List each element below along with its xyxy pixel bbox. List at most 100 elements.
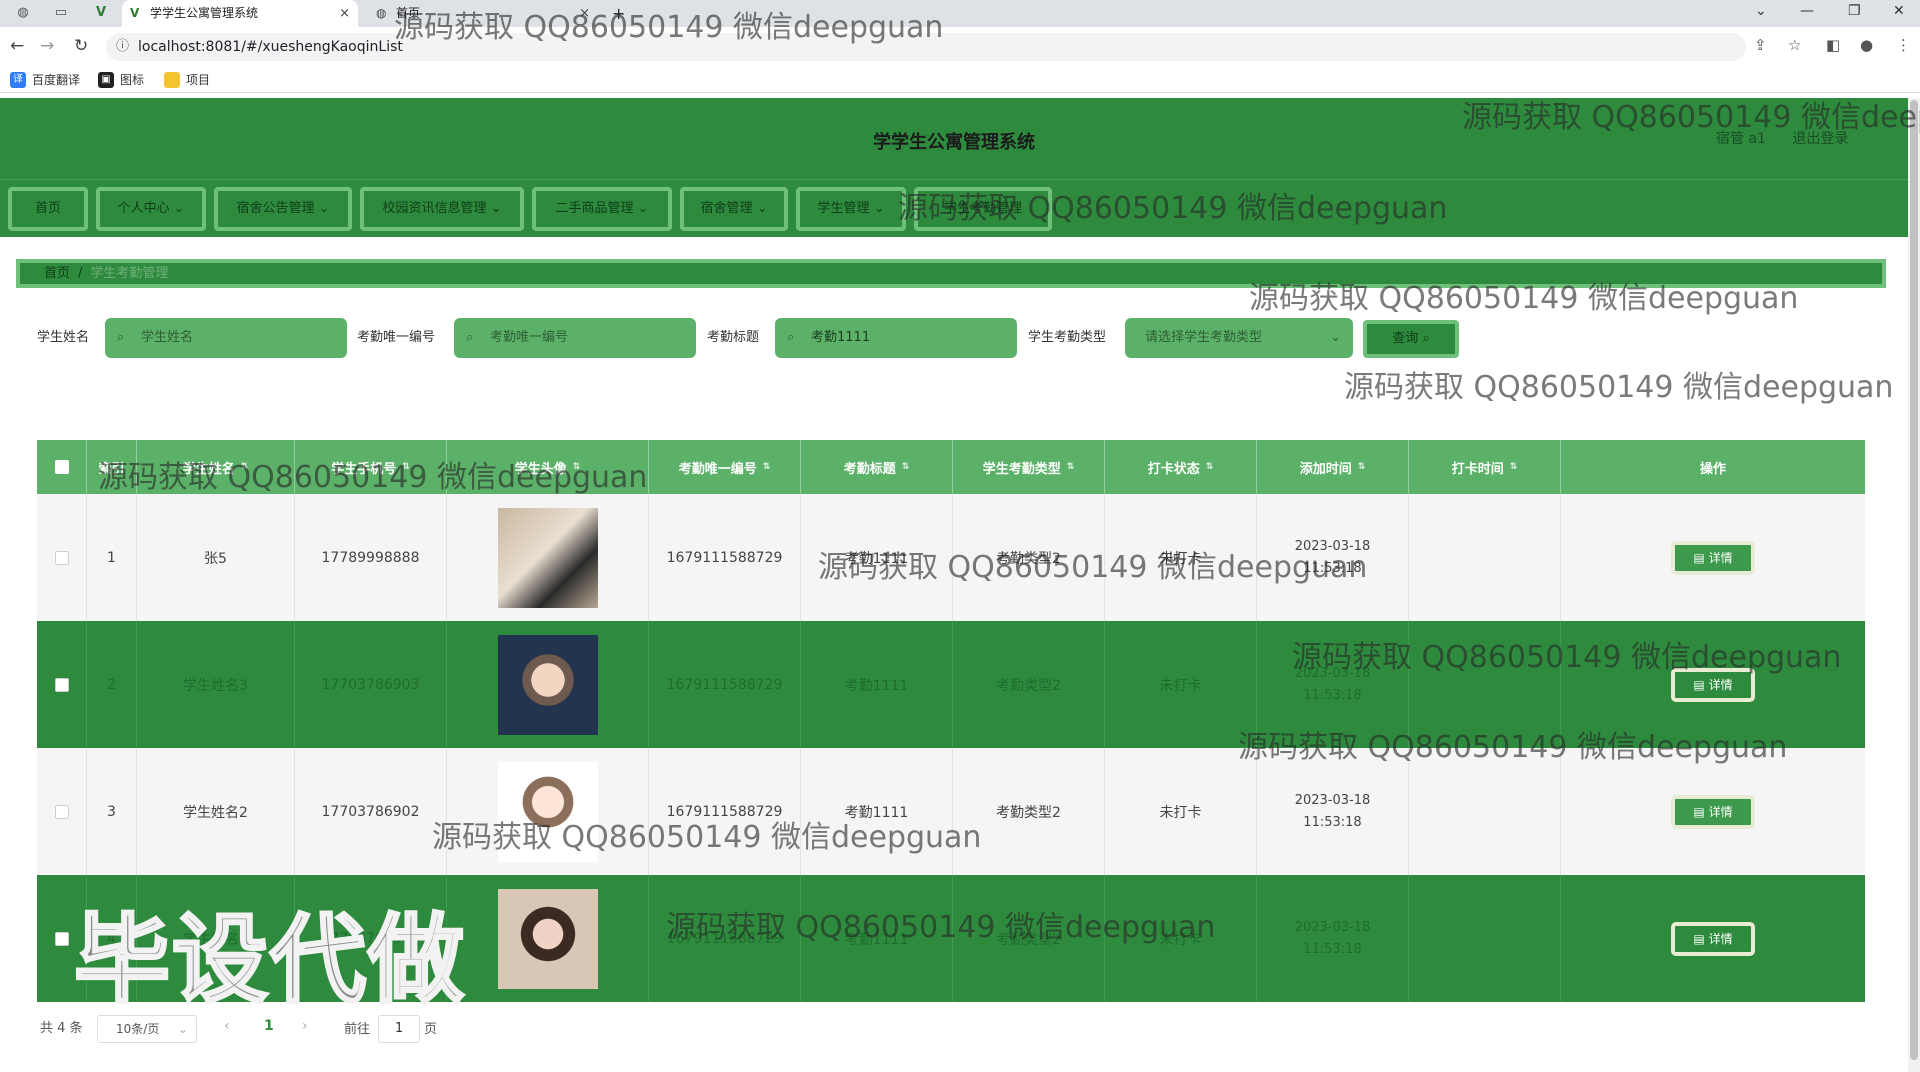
- close-window-icon[interactable]: ✕: [1893, 0, 1905, 22]
- scrollbar-thumb[interactable]: [1910, 100, 1918, 1060]
- header-avatar[interactable]: 学生头像 ⇅: [447, 440, 649, 494]
- sort-icon[interactable]: ⇅: [1358, 462, 1366, 472]
- restore-icon[interactable]: ❐: [1848, 0, 1861, 22]
- vue-logo-icon: V: [130, 6, 140, 20]
- menu-dots-icon[interactable]: ⋮: [1896, 36, 1911, 54]
- browser-tab-home[interactable]: ◍ 首页 ×: [368, 0, 598, 27]
- sort-icon[interactable]: ⇅: [1510, 462, 1518, 472]
- breadcrumb-current: 学生考勤管理: [90, 266, 169, 281]
- student-name-label: 学生姓名: [37, 330, 90, 345]
- kaoqin-no-input[interactable]: ⌕ 考勤唯一编号: [454, 318, 696, 358]
- menu-dorm-manage[interactable]: 宿舍管理 ⌄: [680, 187, 788, 231]
- header-clock-time[interactable]: 打卡时间 ⇅: [1409, 440, 1561, 494]
- sort-icon[interactable]: ⇅: [573, 462, 581, 472]
- detail-button-label: 详情: [1708, 677, 1733, 692]
- back-icon[interactable]: ←: [10, 36, 24, 56]
- bookmark-star-icon[interactable]: ☆: [1788, 36, 1801, 54]
- forward-icon[interactable]: →: [40, 36, 54, 56]
- logout-link[interactable]: 退出登录: [1792, 131, 1848, 147]
- header-phone[interactable]: 学生手机号 ⇅: [295, 440, 447, 494]
- chevron-down-icon: ⌄: [756, 201, 768, 216]
- row-checkbox[interactable]: [54, 804, 69, 819]
- bookmark-baidu-translate[interactable]: 译 百度翻译: [10, 71, 80, 89]
- breadcrumb-home[interactable]: 首页: [44, 266, 70, 281]
- sort-icon[interactable]: ⇅: [1067, 462, 1075, 472]
- cell-avatar: [447, 748, 649, 875]
- site-info-icon[interactable]: ⓘ: [116, 33, 129, 61]
- menu-home[interactable]: 首页: [8, 187, 88, 231]
- cell-kaoqin-type-text: 考勤类型2: [996, 550, 1061, 567]
- header-student-name[interactable]: 学生姓名 ⇅: [137, 440, 295, 494]
- bookmark-project[interactable]: 项目: [164, 71, 210, 89]
- table-row: 3 学生姓名2 17703786902 1679111588729 考勤1111 考勤类型…: [37, 748, 1865, 875]
- row-checkbox[interactable]: [54, 550, 69, 565]
- select-all-checkbox[interactable]: [54, 460, 69, 474]
- share-icon[interactable]: ⇪: [1754, 36, 1767, 54]
- vue-tab-icon[interactable]: V: [92, 4, 110, 22]
- cell-added-time: 2023-03-18 11:53:18: [1257, 494, 1409, 621]
- query-button[interactable]: 查询 ⌕: [1363, 320, 1459, 358]
- kaoqin-title-input[interactable]: ⌕ 考勤1111: [775, 318, 1017, 358]
- search-icon: ⌕: [117, 330, 125, 345]
- globe-icon[interactable]: ◍: [14, 4, 32, 22]
- blank-tab-icon[interactable]: ▭: [52, 4, 70, 22]
- avatar-image: [497, 888, 598, 989]
- menu-label: 宿舍管理: [700, 201, 753, 216]
- cell-phone-text: 17703786902: [321, 803, 420, 820]
- menu-student-manage[interactable]: 学生管理 ⌄: [796, 187, 906, 231]
- sidebar-icon[interactable]: ◧: [1826, 36, 1840, 54]
- menu-label: 宿舍公告管理: [236, 201, 315, 216]
- cell-clock-time: [1409, 748, 1561, 875]
- reload-icon[interactable]: ↻: [74, 36, 88, 56]
- menu-attendance-manage[interactable]: 学生考勤管理: [914, 187, 1052, 231]
- tab-search-icon[interactable]: ⌄: [1755, 0, 1767, 22]
- detail-button[interactable]: ▤ 详情: [1671, 540, 1755, 575]
- tab-close-icon[interactable]: ×: [339, 0, 350, 27]
- menu-campus-news[interactable]: 校园资讯信息管理 ⌄: [360, 187, 524, 231]
- student-name-input[interactable]: ⌕ 学生姓名: [105, 318, 347, 358]
- row-checkbox[interactable]: [54, 677, 69, 692]
- chevron-down-icon: ⌄: [173, 201, 185, 216]
- profile-icon[interactable]: ●: [1860, 36, 1873, 54]
- cell-clock-time: [1409, 875, 1561, 1002]
- browser-tab-active[interactable]: V 学学生公寓管理系统 ×: [122, 0, 358, 27]
- query-button-label: 查询: [1392, 331, 1419, 346]
- cell-phone-text: 17703786903: [321, 676, 420, 693]
- header-kaoqin-no[interactable]: 考勤唯一编号 ⇅: [649, 440, 801, 494]
- minimize-icon[interactable]: —: [1800, 0, 1814, 22]
- cell-kaoqin-no: 1679111588729: [649, 748, 801, 875]
- detail-button[interactable]: ▤ 详情: [1671, 794, 1755, 829]
- detail-button[interactable]: ▤ 详情: [1671, 921, 1755, 956]
- sort-icon[interactable]: ⇅: [1206, 462, 1214, 472]
- sort-icon[interactable]: ⇅: [241, 462, 249, 472]
- chevron-down-icon: ⌄: [637, 201, 649, 216]
- header-label: 考勤唯一编号: [678, 461, 757, 477]
- kaoqin-type-select[interactable]: 请选择学生考勤类型 ⌄: [1125, 318, 1353, 358]
- menu-personal-center[interactable]: 个人中心 ⌄: [96, 187, 206, 231]
- sort-icon[interactable]: ⇅: [402, 462, 410, 472]
- cell-added-time-text: 2023-03-18 11:53:18: [1294, 919, 1371, 957]
- sort-icon[interactable]: ⇅: [763, 462, 771, 472]
- cell-kaoqin-title-text: 考勤1111: [844, 804, 909, 821]
- menu-second-hand[interactable]: 二手商品管理 ⌄: [532, 187, 672, 231]
- header-status[interactable]: 打卡状态 ⇅: [1105, 440, 1257, 494]
- header-kaoqin-title[interactable]: 考勤标题 ⇅: [801, 440, 953, 494]
- current-user: 宿管 a1: [1716, 131, 1766, 147]
- header-kaoqin-type[interactable]: 学生考勤类型 ⇅: [953, 440, 1105, 494]
- cell-kaoqin-title: 考勤1111: [801, 875, 953, 1002]
- cell-kaoqin-no: 1679111588729: [649, 494, 801, 621]
- cell-status: 未打卡: [1105, 875, 1257, 1002]
- tab-close-icon[interactable]: ×: [579, 0, 590, 27]
- cell-clock-time: [1409, 494, 1561, 621]
- header-added-time[interactable]: 添加时间 ⇅: [1257, 440, 1409, 494]
- row-checkbox[interactable]: [54, 931, 69, 946]
- menu-dorm-notice[interactable]: 宿舍公告管理 ⌄: [214, 187, 352, 231]
- new-tab-button[interactable]: +: [598, 0, 625, 27]
- header-label: 添加时间: [1299, 461, 1352, 477]
- cell-index: 1: [87, 494, 137, 621]
- bookmark-icons[interactable]: ▣ 图标: [98, 71, 144, 89]
- detail-button[interactable]: ▤ 详情: [1671, 667, 1755, 702]
- cell-student-name: 学生姓名2: [137, 748, 295, 875]
- url-field[interactable]: ⓘ localhost:8081/#/xueshengKaoqinList: [106, 33, 1746, 61]
- sort-icon[interactable]: ⇅: [902, 462, 910, 472]
